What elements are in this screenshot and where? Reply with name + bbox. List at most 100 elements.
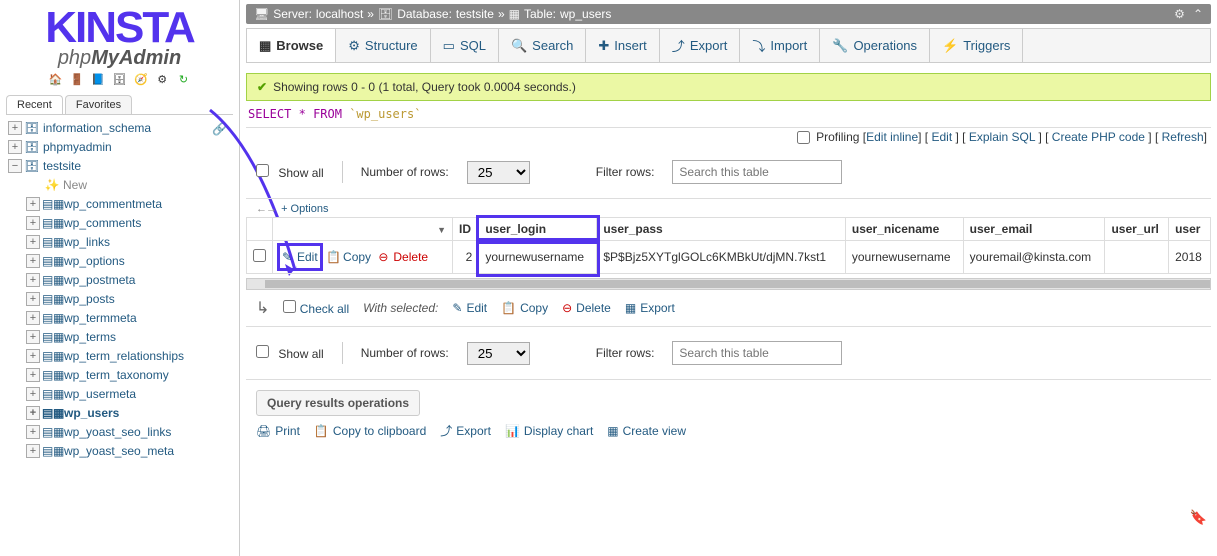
breadcrumb-table[interactable]: wp_users [560,7,611,21]
edit-link[interactable]: Edit [931,130,952,144]
expand-icon[interactable]: + [26,425,40,439]
checkall-checkbox[interactable] [283,300,296,313]
table-wp_term_taxonomy[interactable]: +▤▦ wp_term_taxonomy [8,366,237,385]
db-phpmyadmin[interactable]: +🗄phpmyadmin [8,138,237,157]
table-wp_term_relationships[interactable]: +▤▦ wp_term_relationships [8,347,237,366]
nav-icon[interactable]: 🧭 [133,73,149,89]
expand-icon[interactable]: + [26,235,40,249]
browse-icon[interactable]: ▤ [42,273,53,287]
table-wp_usermeta[interactable]: +▤▦ wp_usermeta [8,385,237,404]
browse-icon[interactable]: ▤ [42,292,53,306]
filter-input[interactable] [672,160,842,184]
cell-user-reg[interactable]: 2018 [1169,241,1211,274]
db-testsite[interactable]: −🗄testsite [8,157,237,176]
col-id[interactable]: ID [453,218,479,241]
table-wp_postmeta[interactable]: +▤▦ wp_postmeta [8,271,237,290]
cell-user-nicename[interactable]: yournewusername [845,241,963,274]
breadcrumb-db[interactable]: testsite [456,7,494,21]
collapse-icon[interactable]: ⌃ [1193,7,1203,21]
browse-icon[interactable]: ▤ [42,254,53,268]
row-delete[interactable]: ⊖Delete [376,250,428,264]
expand-icon[interactable]: + [26,197,40,211]
tab-favorites[interactable]: Favorites [65,95,132,114]
qop-copy-to-clipboard[interactable]: 📋Copy to clipboard [314,422,426,439]
refresh-icon[interactable]: ↻ [176,73,192,89]
sel-delete[interactable]: ⊖Delete [562,301,611,315]
numrows-select[interactable]: 25 [467,161,530,184]
sel-copy[interactable]: 📋Copy [501,301,548,315]
browse-icon[interactable]: ▤ [42,406,53,420]
qop-display-chart[interactable]: 📊Display chart [505,422,593,439]
browse-icon[interactable]: ▤ [42,349,53,363]
tab-operations[interactable]: 🔧Operations [820,29,930,62]
qop-create-view[interactable]: ▦Create view [607,422,686,439]
expand-icon[interactable]: + [26,273,40,287]
expand-icon[interactable]: + [26,292,40,306]
col-user-login[interactable]: user_login [479,218,597,241]
table-wp_terms[interactable]: +▤▦ wp_terms [8,328,237,347]
expand-icon[interactable]: + [26,368,40,382]
browse-icon[interactable]: ▤ [42,311,53,325]
table-wp_posts[interactable]: +▤▦ wp_posts [8,290,237,309]
showall-checkbox-2[interactable] [256,345,269,358]
sql-icon[interactable]: 🗄 [112,73,128,89]
link-icon[interactable]: 🔗 [212,122,227,136]
docs-icon[interactable]: 📘 [90,73,106,89]
breadcrumb-server[interactable]: localhost [316,7,363,21]
browse-icon[interactable]: ▤ [42,197,53,211]
gear-icon[interactable]: ⚙ [1174,7,1185,21]
tab-recent[interactable]: Recent [6,95,63,114]
expand-icon[interactable]: − [8,159,22,173]
col-user-reg[interactable]: user [1169,218,1211,241]
settings-icon[interactable]: ⚙ [154,73,170,89]
expand-icon[interactable]: + [26,216,40,230]
col-user-email[interactable]: user_email [963,218,1105,241]
col-user-pass[interactable]: user_pass [597,218,846,241]
tab-sql[interactable]: ▭SQL [431,29,499,62]
cell-user-login[interactable]: yournewusername [479,241,597,274]
bookmark-icon[interactable]: 🔖 [1190,509,1207,526]
browse-icon[interactable]: ▤ [42,444,53,458]
extra-options[interactable]: ← →+ Options [246,199,1211,219]
tab-triggers[interactable]: ⚡Triggers [930,29,1023,62]
browse-icon[interactable]: ▤ [42,387,53,401]
db-information_schema[interactable]: +🗄information_schema [8,119,237,138]
col-user-nicename[interactable]: user_nicename [845,218,963,241]
create-php-link[interactable]: Create PHP code [1052,130,1145,144]
table-wp_yoast_seo_links[interactable]: +▤▦ wp_yoast_seo_links [8,423,237,442]
tab-search[interactable]: 🔍Search [499,29,586,62]
new-table[interactable]: ✨New [8,176,237,195]
expand-icon[interactable]: + [26,387,40,401]
cell-id[interactable]: 2 [453,241,479,274]
edit-inline-link[interactable]: Edit inline [866,130,918,144]
table-wp_yoast_seo_meta[interactable]: +▤▦ wp_yoast_seo_meta [8,442,237,461]
browse-icon[interactable]: ▤ [42,425,53,439]
tab-browse[interactable]: ▦Browse [247,29,336,62]
browse-icon[interactable]: ▤ [42,216,53,230]
expand-icon[interactable]: + [26,349,40,363]
row-edit[interactable]: ✎Edit [279,245,321,269]
refresh-link[interactable]: Refresh [1162,130,1204,144]
tab-export[interactable]: ⤴Export [660,29,741,62]
tab-insert[interactable]: ✚Insert [586,29,659,62]
profiling-checkbox[interactable] [797,131,810,144]
showall-checkbox[interactable] [256,164,269,177]
numrows-select-2[interactable]: 25 [467,342,530,365]
tab-structure[interactable]: ⚙Structure [336,29,430,62]
expand-icon[interactable]: + [26,406,40,420]
sel-export[interactable]: ▦Export [625,301,675,315]
sel-edit[interactable]: ✎Edit [452,301,487,315]
table-wp_termmeta[interactable]: +▤▦ wp_termmeta [8,309,237,328]
expand-icon[interactable]: + [26,330,40,344]
qop-print[interactable]: 🖨Print [256,422,300,439]
tab-import[interactable]: ⤵Import [740,29,820,62]
logout-icon[interactable]: 🚪 [69,73,85,89]
col-user-url[interactable]: user_url [1105,218,1169,241]
table-wp_links[interactable]: +▤▦ wp_links [8,233,237,252]
table-wp_options[interactable]: +▤▦ wp_options [8,252,237,271]
expand-icon[interactable]: + [26,254,40,268]
expand-icon[interactable]: + [8,140,22,154]
home-icon[interactable]: 🏠 [47,73,63,89]
browse-icon[interactable]: ▤ [42,368,53,382]
cell-user-email[interactable]: youremail@kinsta.com [963,241,1105,274]
